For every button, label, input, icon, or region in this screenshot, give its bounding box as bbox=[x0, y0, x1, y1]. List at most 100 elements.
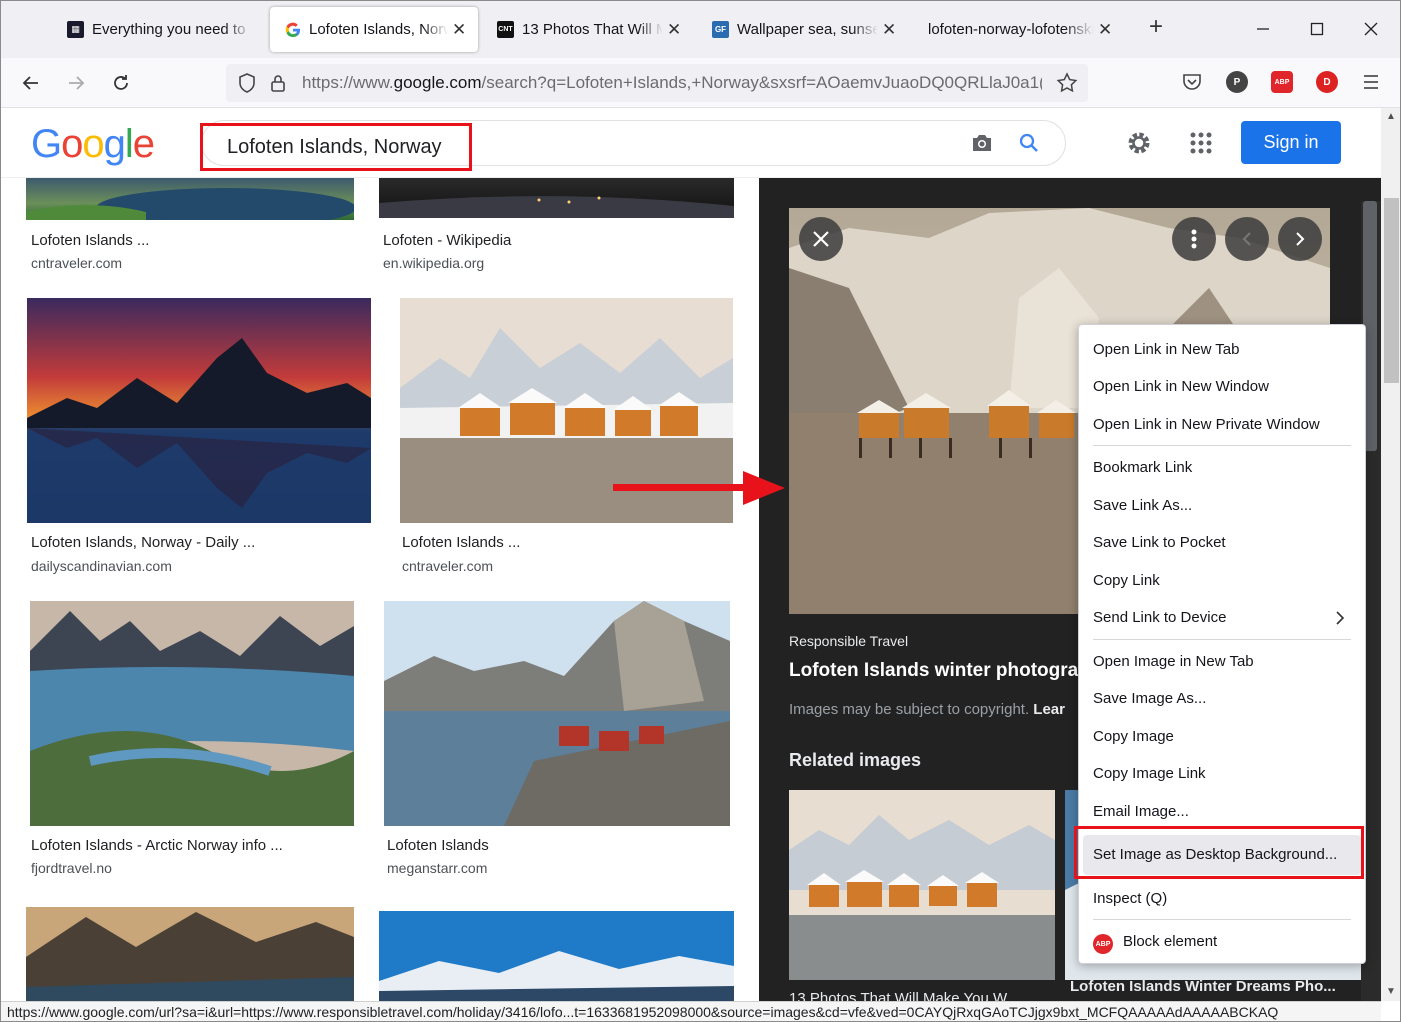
menu-copy-image-link[interactable]: Copy Image Link bbox=[1093, 760, 1206, 788]
result-title[interactable]: Lofoten Islands - Arctic Norway info ... bbox=[31, 837, 283, 854]
result-image[interactable] bbox=[30, 601, 354, 826]
menu-send-link-to-device[interactable]: Send Link to Device bbox=[1093, 604, 1226, 632]
hamburger-menu-icon[interactable] bbox=[1362, 73, 1380, 96]
preview-source[interactable]: Responsible Travel bbox=[789, 633, 908, 649]
query-highlight-box bbox=[200, 123, 472, 171]
close-tab-icon[interactable]: ✕ bbox=[882, 20, 896, 40]
close-tab-icon[interactable]: ✕ bbox=[667, 20, 681, 40]
apps-grid-icon[interactable] bbox=[1189, 131, 1213, 160]
menu-block-element[interactable]: Block element bbox=[1123, 928, 1217, 956]
result-source[interactable]: cntraveler.com bbox=[31, 255, 122, 271]
menu-copy-image[interactable]: Copy Image bbox=[1093, 723, 1174, 751]
more-options-icon[interactable] bbox=[1172, 217, 1216, 261]
navigation-toolbar: https://www.google.com/search?q=Lofoten+… bbox=[1, 58, 1400, 108]
result-source[interactable]: meganstarr.com bbox=[387, 860, 487, 876]
result-title[interactable]: Lofoten Islands, Norway - Daily ... bbox=[31, 534, 255, 551]
result-title[interactable]: Lofoten Islands ... bbox=[402, 534, 520, 551]
google-logo-letter: o bbox=[82, 122, 104, 166]
tab-title: Wallpaper sea, sunset, bbox=[737, 21, 878, 38]
url-bar[interactable]: https://www.google.com/search?q=Lofoten+… bbox=[226, 64, 1088, 102]
google-logo-letter: g bbox=[103, 122, 126, 166]
result-source[interactable]: en.wikipedia.org bbox=[383, 255, 484, 271]
tab-everything[interactable]: ▦ Everything you need to bbox=[53, 7, 265, 52]
result-source[interactable]: dailyscandinavian.com bbox=[31, 558, 172, 574]
status-bar-url: https://www.google.com/url?sa=i&url=http… bbox=[1, 1001, 1381, 1021]
settings-gear-icon[interactable] bbox=[1125, 129, 1153, 162]
menu-inspect[interactable]: Inspect (Q) bbox=[1093, 885, 1167, 913]
related-images-heading: Related images bbox=[789, 750, 922, 770]
result-title[interactable]: Lofoten Islands ... bbox=[31, 232, 149, 249]
result-image[interactable] bbox=[379, 178, 734, 218]
menu-copy-link[interactable]: Copy Link bbox=[1093, 567, 1160, 595]
pocket-icon[interactable] bbox=[1181, 71, 1203, 98]
google-logo[interactable]: Google bbox=[31, 122, 155, 167]
close-window-icon[interactable] bbox=[1351, 13, 1391, 45]
menu-save-image-as[interactable]: Save Image As... bbox=[1093, 685, 1206, 713]
account-p-icon[interactable]: P bbox=[1226, 71, 1248, 93]
related-image[interactable] bbox=[789, 790, 1055, 980]
bookmark-star-icon[interactable] bbox=[1056, 72, 1078, 99]
result-image[interactable] bbox=[384, 601, 730, 826]
scroll-down-icon[interactable]: ▼ bbox=[1386, 986, 1396, 997]
browser-window: ▦ Everything you need to Lofoten Islands… bbox=[0, 0, 1401, 1022]
related-title[interactable]: 13 Photos That Will Make You W... bbox=[789, 990, 1019, 1001]
menu-save-link-to-pocket[interactable]: Save Link to Pocket bbox=[1093, 529, 1226, 557]
tab-title: lofoten-norway-lofotenski bbox=[928, 21, 1094, 38]
menu-open-link-private-window[interactable]: Open Link in New Private Window bbox=[1093, 411, 1320, 439]
sign-in-button[interactable]: Sign in bbox=[1241, 121, 1341, 164]
learn-more-link[interactable]: Lear bbox=[1033, 701, 1065, 718]
url-text[interactable]: https://www.google.com/search?q=Lofoten+… bbox=[302, 73, 1042, 93]
profile-d-icon[interactable]: D bbox=[1316, 71, 1338, 93]
result-image[interactable] bbox=[27, 298, 371, 523]
google-icon bbox=[284, 21, 301, 38]
google-logo-letter: G bbox=[31, 122, 62, 166]
related-title[interactable]: Lofoten Islands Winter Dreams Pho... bbox=[1070, 978, 1336, 995]
tab-lofoten-image[interactable]: lofoten-norway-lofotenski ✕ bbox=[914, 7, 1124, 52]
close-tab-icon[interactable]: ✕ bbox=[1098, 20, 1112, 40]
cnt-icon: CNT bbox=[497, 21, 514, 38]
new-tab-plus-icon[interactable]: + bbox=[1144, 15, 1168, 40]
tab-lofoten-google[interactable]: Lofoten Islands, Norway ✕ bbox=[270, 7, 478, 52]
menu-open-link-new-tab[interactable]: Open Link in New Tab bbox=[1093, 336, 1239, 364]
menu-save-link-as[interactable]: Save Link As... bbox=[1093, 492, 1192, 520]
back-arrow-icon[interactable] bbox=[15, 67, 47, 99]
tab-strip: ▦ Everything you need to Lofoten Islands… bbox=[1, 1, 1400, 58]
result-image[interactable] bbox=[26, 178, 354, 220]
previous-image-icon[interactable] bbox=[1225, 217, 1269, 261]
document-icon: ▦ bbox=[67, 21, 84, 38]
menu-bookmark-link[interactable]: Bookmark Link bbox=[1093, 454, 1192, 482]
result-title[interactable]: Lofoten Islands bbox=[387, 837, 489, 854]
tab-wallpaper[interactable]: GF Wallpaper sea, sunset, ✕ bbox=[698, 7, 908, 52]
result-source[interactable]: cntraveler.com bbox=[402, 558, 493, 574]
result-title[interactable]: Lofoten - Wikipedia bbox=[383, 232, 511, 249]
result-source[interactable]: fjordtravel.no bbox=[31, 860, 112, 876]
page-scrollbar[interactable]: ▲ ▼ bbox=[1381, 108, 1400, 1001]
menu-email-image[interactable]: Email Image... bbox=[1093, 798, 1189, 826]
menu-open-link-new-window[interactable]: Open Link in New Window bbox=[1093, 373, 1269, 401]
reload-icon[interactable] bbox=[105, 67, 137, 99]
page-scrollbar-thumb[interactable] bbox=[1384, 198, 1399, 383]
tab-cnt-photos[interactable]: CNT 13 Photos That Will Ma ✕ bbox=[483, 7, 693, 52]
shield-icon[interactable] bbox=[238, 73, 256, 98]
result-image[interactable] bbox=[379, 911, 734, 1001]
preview-title[interactable]: Lofoten Islands winter photograph bbox=[789, 660, 1101, 682]
camera-icon[interactable] bbox=[970, 132, 994, 159]
menu-separator bbox=[1093, 919, 1351, 920]
forward-arrow-icon[interactable] bbox=[60, 67, 92, 99]
close-tab-icon[interactable]: ✕ bbox=[452, 20, 466, 40]
next-image-icon[interactable] bbox=[1278, 217, 1322, 261]
chevron-right-icon bbox=[1335, 610, 1345, 631]
maximize-icon[interactable] bbox=[1297, 13, 1337, 45]
adblock-plus-icon[interactable]: ABP bbox=[1271, 71, 1293, 93]
scroll-up-icon[interactable]: ▲ bbox=[1386, 111, 1396, 122]
minimize-icon[interactable] bbox=[1243, 13, 1283, 45]
close-preview-icon[interactable] bbox=[799, 217, 843, 261]
tab-title: Everything you need to bbox=[92, 21, 246, 38]
adblock-plus-icon: ABP bbox=[1093, 934, 1113, 954]
search-icon[interactable] bbox=[1018, 132, 1040, 159]
result-image[interactable] bbox=[26, 907, 354, 1001]
tab-title: Lofoten Islands, Norway bbox=[309, 21, 448, 38]
menu-separator bbox=[1093, 445, 1351, 446]
lock-icon[interactable] bbox=[270, 73, 286, 98]
menu-open-image-new-tab[interactable]: Open Image in New Tab bbox=[1093, 648, 1254, 676]
